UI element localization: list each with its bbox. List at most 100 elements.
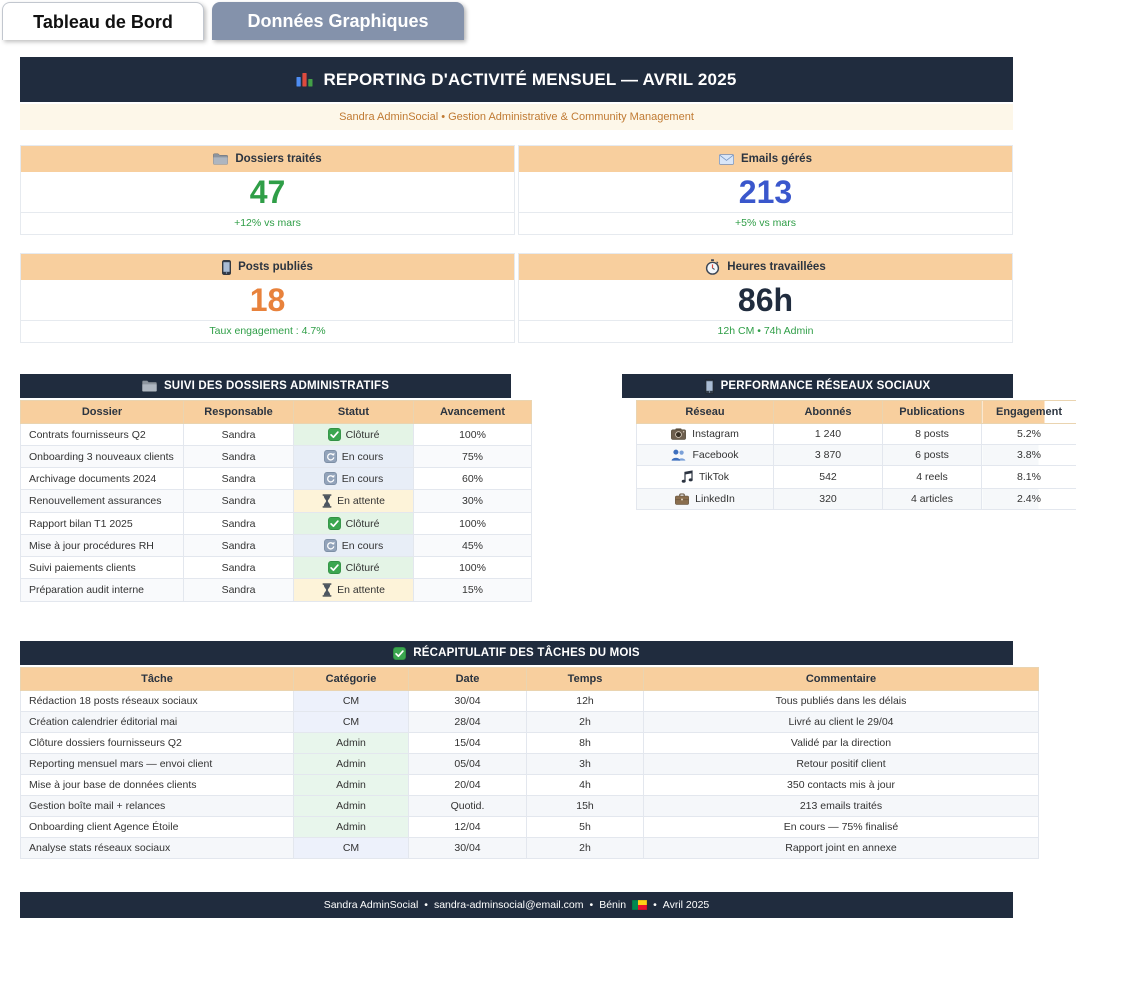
- commentaire-cell: Rapport joint en annexe: [643, 837, 1039, 859]
- check-icon: [327, 517, 341, 530]
- network-label: Facebook: [692, 449, 739, 461]
- publications-cell: 8 posts: [882, 423, 982, 445]
- dossier-cell: Contrats fournisseurs Q2: [20, 423, 184, 446]
- smartphone-icon: [704, 378, 714, 394]
- column-header: Temps: [526, 667, 644, 691]
- date-cell: 15/04: [408, 732, 527, 754]
- dossiers-table: Dossier Responsable Statut Avancement Contra…: [20, 400, 532, 602]
- date-cell: 30/04: [408, 690, 527, 712]
- column-header: Responsable: [183, 400, 294, 424]
- date-cell: 30/04: [408, 837, 527, 859]
- report-subtitle: Sandra AdminSocial • Gestion Administrat…: [20, 104, 1013, 130]
- date-cell: 28/04: [408, 711, 527, 733]
- kpi-value: 18: [249, 282, 286, 318]
- engagement-cell: 2.4%: [981, 488, 1076, 510]
- engagement-cell: 8.1%: [981, 465, 1076, 489]
- categorie-cell: Admin: [293, 774, 409, 796]
- tab-donnees-graphiques[interactable]: Données Graphiques: [212, 2, 464, 40]
- table-row: Contrats fournisseurs Q2 Sandra Clôturé 100…: [20, 423, 532, 446]
- avancement-cell: 100%: [413, 423, 532, 446]
- responsable-cell: Sandra: [183, 467, 294, 490]
- status-badge: En cours: [298, 472, 409, 485]
- kpi-label: Heures travaillées: [727, 261, 826, 273]
- column-header: Tâche: [20, 667, 294, 691]
- status-label: En attente: [337, 495, 385, 507]
- table-row: Reporting mensuel mars — envoi client Adm…: [20, 753, 1039, 775]
- categorie-cell: Admin: [293, 816, 409, 838]
- social-section-title: PERFORMANCE RÉSEAUX SOCIAUX: [622, 374, 1013, 398]
- report-footer: Sandra AdminSocial • sandra-adminsocial@em…: [20, 892, 1013, 918]
- statut-cell: En attente: [293, 489, 414, 513]
- tache-cell: Reporting mensuel mars — envoi client: [20, 753, 294, 775]
- kpi-card: Dossiers traités 47 +12% vs mars: [20, 145, 515, 235]
- kpi-card: Heures travaillées 86h 12h CM • 74h Admin: [518, 253, 1013, 343]
- tasks-section-title: RÉCAPITULATIF DES TÂCHES DU MOIS: [20, 641, 1013, 665]
- people-icon: [671, 449, 686, 461]
- tache-cell: Rédaction 18 posts réseaux sociaux: [20, 690, 294, 712]
- footer-name: Sandra AdminSocial: [323, 899, 419, 911]
- tache-cell: Analyse stats réseaux sociaux: [20, 837, 294, 859]
- status-badge: Clôturé: [298, 517, 409, 530]
- categorie-cell: CM: [293, 837, 409, 859]
- abonnes-cell: 320: [773, 488, 883, 510]
- tab-tableau-de-bord[interactable]: Tableau de Bord: [2, 2, 204, 40]
- tache-cell: Création calendrier éditorial mai: [20, 711, 294, 733]
- dossier-cell: Onboarding 3 nouveaux clients: [20, 445, 184, 468]
- categorie-cell: Admin: [293, 795, 409, 817]
- kpi-label: Dossiers traités: [235, 153, 322, 165]
- avancement-cell: 100%: [413, 512, 532, 535]
- responsable-cell: Sandra: [183, 512, 294, 535]
- hourglass-icon: [322, 494, 332, 508]
- date-cell: 12/04: [408, 816, 527, 838]
- kpi-card: Emails gérés 213 +5% vs mars: [518, 145, 1013, 235]
- column-header: Réseau: [636, 400, 774, 424]
- status-label: En cours: [341, 472, 384, 485]
- kpi-header: Posts publiés: [21, 254, 514, 280]
- statut-cell: En attente: [293, 578, 414, 602]
- status-label: Clôturé: [345, 428, 380, 441]
- abonnes-cell: 1 240: [773, 423, 883, 445]
- folder-icon: [142, 380, 157, 392]
- network-label: LinkedIn: [695, 493, 735, 505]
- temps-cell: 8h: [526, 732, 644, 754]
- report-title: REPORTING D'ACTIVITÉ MENSUEL — AVRIL 202…: [323, 69, 737, 89]
- refresh-icon: [323, 539, 337, 552]
- column-header: Catégorie: [293, 667, 409, 691]
- network-label: Instagram: [692, 428, 739, 440]
- publications-cell: 6 posts: [882, 444, 982, 466]
- column-header: Commentaire: [643, 667, 1039, 691]
- social-panel: PERFORMANCE RÉSEAUX SOCIAUX Réseau Abonné…: [622, 374, 1076, 602]
- footer-separator: •: [424, 899, 428, 911]
- status-badge: En cours: [298, 539, 409, 552]
- refresh-icon: [323, 472, 337, 485]
- statut-cell: En cours: [293, 534, 414, 557]
- dossiers-panel: SUIVI DES DOSSIERS ADMINISTRATIFS Dossie…: [20, 374, 532, 602]
- statut-cell: En cours: [293, 467, 414, 490]
- avancement-cell: 45%: [413, 534, 532, 557]
- avancement-cell: 15%: [413, 578, 532, 602]
- footer-period: Avril 2025: [662, 899, 710, 911]
- table-row: LinkedIn 320 4 articles 2.4%: [636, 488, 1076, 510]
- footer-email: sandra-adminsocial@email.com: [433, 899, 584, 911]
- table-row: Instagram 1 240 8 posts 5.2%: [636, 423, 1076, 445]
- table-head: Réseau Abonnés Publications Engagement: [636, 400, 1076, 424]
- kpi-footnote: 12h CM • 74h Admin: [519, 320, 1012, 342]
- status-badge: En attente: [298, 583, 409, 597]
- status-label: Clôturé: [345, 517, 380, 530]
- table-row: Rédaction 18 posts réseaux sociaux CM 30/0…: [20, 690, 1039, 712]
- status-label: En attente: [337, 584, 385, 596]
- tache-cell: Clôture dossiers fournisseurs Q2: [20, 732, 294, 754]
- smartphone-icon: [222, 259, 232, 275]
- temps-cell: 2h: [526, 837, 644, 859]
- kpi-header: Emails gérés: [519, 146, 1012, 172]
- tache-cell: Mise à jour base de données clients: [20, 774, 294, 796]
- column-header: Date: [408, 667, 527, 691]
- report: REPORTING D'ACTIVITÉ MENSUEL — AVRIL 202…: [20, 57, 1076, 918]
- dossiers-section-title-text: SUIVI DES DOSSIERS ADMINISTRATIFS: [163, 380, 390, 392]
- tache-cell: Gestion boîte mail + relances: [20, 795, 294, 817]
- table-row: Analyse stats réseaux sociaux CM 30/04 2h Ra…: [20, 837, 1039, 859]
- temps-cell: 12h: [526, 690, 644, 712]
- column-header: Abonnés: [773, 400, 883, 424]
- check-icon: [393, 646, 407, 660]
- column-header: Statut: [293, 400, 414, 424]
